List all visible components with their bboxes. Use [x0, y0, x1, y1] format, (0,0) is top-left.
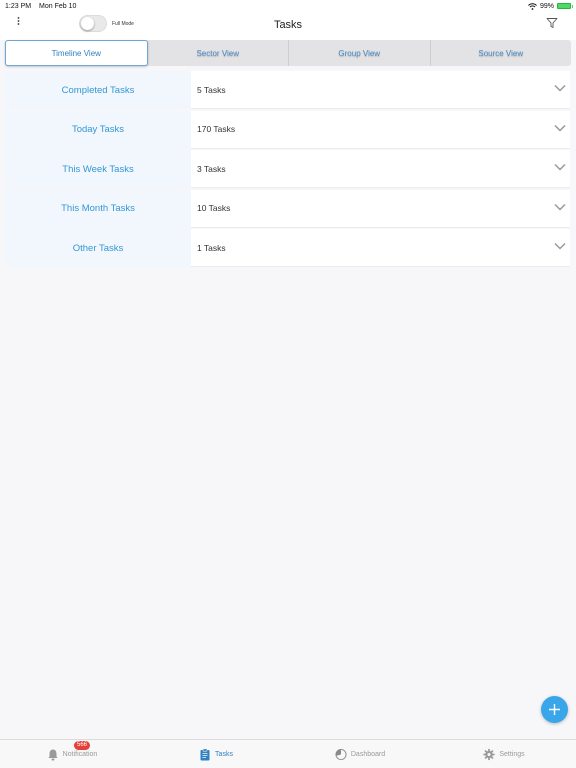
task-row-this-week[interactable]: This Week Tasks 3 Tasks	[5, 150, 570, 188]
clipboard-icon	[200, 748, 210, 760]
task-list: Completed Tasks 5 Tasks Today Tasks 170 …	[5, 71, 570, 269]
wifi-icon	[528, 2, 537, 10]
task-count: 1 Tasks	[197, 242, 226, 253]
battery-percent: 99%	[539, 2, 554, 10]
task-count-cell: 170 Tasks	[191, 110, 570, 149]
tab-label: Tasks	[215, 750, 233, 758]
tab-label: Settings	[499, 750, 525, 758]
task-category-label: This Week Tasks	[5, 150, 191, 188]
tab-label: Dashboard	[350, 750, 386, 758]
task-category-label: Today Tasks	[5, 110, 191, 149]
tab-notification[interactable]: Notification 566	[0, 740, 144, 768]
tab-tasks[interactable]: Tasks	[144, 740, 288, 768]
pie-chart-icon	[335, 748, 347, 760]
nav-bar: Full Mode Tasks	[0, 12, 576, 40]
status-bar: 1:23 PM Mon Feb 10 99%	[0, 0, 576, 12]
chevron-down-icon[interactable]	[554, 84, 566, 92]
task-category-label: This Month Tasks	[5, 189, 191, 228]
task-row-today[interactable]: Today Tasks 170 Tasks	[5, 110, 570, 149]
tab-dashboard[interactable]: Dashboard	[288, 740, 432, 768]
gear-icon	[483, 748, 495, 760]
tab-settings[interactable]: Settings	[432, 740, 576, 768]
status-time: 1:23 PM	[5, 2, 32, 10]
task-category-label: Completed Tasks	[5, 71, 191, 109]
task-count: 3 Tasks	[197, 163, 226, 174]
notification-badge: 566	[74, 741, 91, 750]
task-count-cell: 5 Tasks	[191, 71, 570, 109]
task-count: 170 Tasks	[197, 124, 236, 134]
battery-icon	[557, 3, 573, 9]
tab-label: Notification	[62, 750, 98, 758]
view-segmented-control: Timeline View Sector View Group View Sou…	[5, 40, 571, 66]
add-task-button[interactable]	[541, 696, 568, 723]
segment-source-view[interactable]: Source View	[431, 40, 572, 66]
task-count-cell: 10 Tasks	[191, 189, 570, 228]
task-count-cell: 3 Tasks	[191, 150, 570, 188]
status-date: Mon Feb 10	[39, 2, 77, 10]
page-title: Tasks	[273, 19, 303, 31]
segment-group-view[interactable]: Group View	[289, 40, 431, 66]
task-category-label: Other Tasks	[5, 229, 191, 267]
segment-sector-view[interactable]: Sector View	[148, 40, 289, 66]
task-count: 10 Tasks	[197, 203, 231, 213]
plus-icon	[549, 704, 560, 715]
bell-icon	[48, 749, 58, 760]
chevron-down-icon[interactable]	[554, 203, 566, 211]
filter-icon[interactable]	[546, 17, 558, 29]
task-row-other[interactable]: Other Tasks 1 Tasks	[5, 229, 570, 267]
segment-timeline-view[interactable]: Timeline View	[5, 40, 148, 66]
task-row-this-month[interactable]: This Month Tasks 10 Tasks	[5, 189, 570, 228]
task-row-completed[interactable]: Completed Tasks 5 Tasks	[5, 71, 570, 109]
tab-bar: Notification 566 Tasks Dashboard Setting…	[0, 739, 576, 768]
chevron-down-icon[interactable]	[554, 242, 566, 250]
chevron-down-icon[interactable]	[554, 124, 566, 132]
task-count-cell: 1 Tasks	[191, 229, 570, 267]
chevron-down-icon[interactable]	[554, 163, 566, 171]
task-count: 5 Tasks	[197, 84, 226, 95]
